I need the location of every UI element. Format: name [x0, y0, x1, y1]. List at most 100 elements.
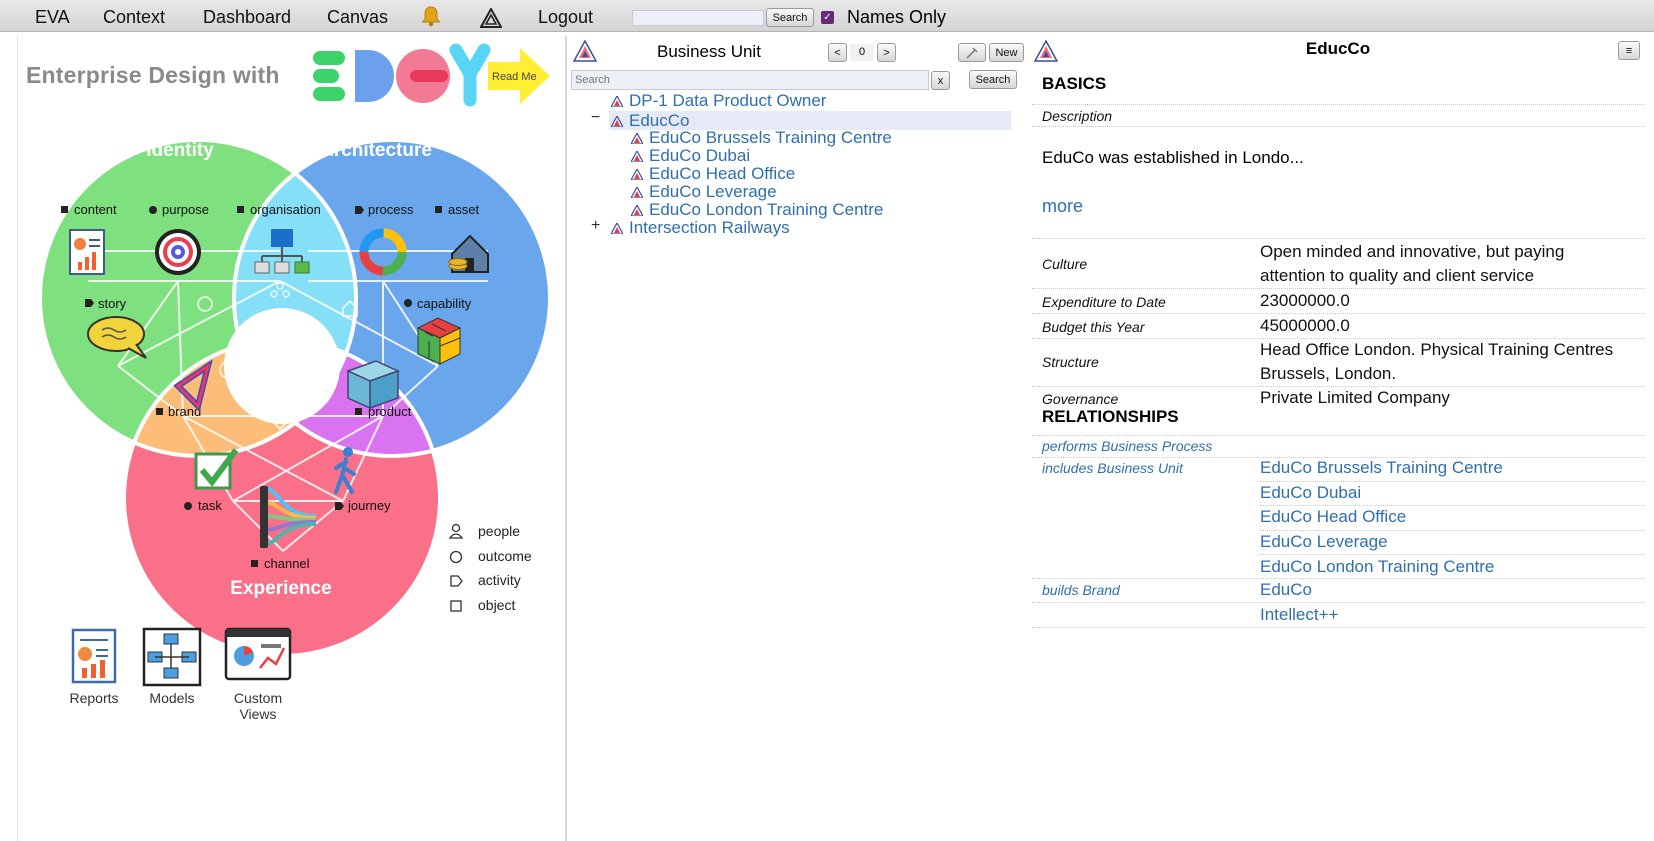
tree-item-label[interactable]: EduCo Leverage	[649, 182, 777, 202]
checkbox-task-icon[interactable]	[194, 448, 239, 490]
tree-search-clear-button[interactable]: x	[931, 71, 950, 90]
svg-text:organisation: organisation	[250, 202, 321, 217]
tree-item[interactable]: Intersection Railways	[611, 218, 790, 238]
notification-bell-icon[interactable]	[420, 5, 442, 27]
property-value: Open minded and innovative, but paying a…	[1260, 242, 1565, 285]
reports-icon[interactable]	[71, 628, 117, 684]
tree-item[interactable]: DP-1 Data Product Owner	[611, 91, 826, 111]
property-value: Head Office London. Physical Training Ce…	[1260, 340, 1614, 383]
names-only-label: Names Only	[847, 7, 947, 27]
target-icon[interactable]	[155, 229, 201, 275]
svg-text:capability: capability	[417, 296, 472, 311]
svg-text:purpose: purpose	[162, 202, 209, 217]
tree-next-button[interactable]: >	[877, 43, 896, 62]
tree-child-item[interactable]: EduCo Dubai	[631, 146, 750, 166]
read-me-button[interactable]: Read Me	[488, 48, 550, 104]
relationship-key[interactable]: builds Brand	[1042, 582, 1120, 598]
tree-expand-toggle[interactable]: +	[591, 217, 600, 235]
svg-text:story: story	[98, 296, 127, 311]
relationship-key[interactable]: performs Business Process	[1042, 438, 1212, 454]
legend-object-icon	[450, 600, 462, 612]
svg-text:process: process	[368, 202, 414, 217]
menu-canvas[interactable]: Canvas	[327, 7, 388, 28]
custom-views-label[interactable]: Custom Views	[222, 690, 294, 722]
relationship-link[interactable]: EduCo Leverage	[1260, 532, 1388, 552]
tree-pane: Business Unit < 0 > New x Search DP-1 Da…	[569, 36, 1024, 841]
models-label[interactable]: Models	[136, 690, 208, 706]
relationship-link[interactable]: EduCo	[1260, 580, 1312, 600]
identity-title[interactable]: Identity	[146, 140, 214, 161]
svg-text:task: task	[198, 498, 222, 513]
home-logo-icon[interactable]	[480, 8, 502, 28]
tree-child-item[interactable]: EduCo Brussels Training Centre	[631, 128, 892, 148]
legend: people outcome activity object	[448, 523, 532, 613]
tree-pin-button[interactable]	[958, 43, 986, 62]
tree-search-input[interactable]	[571, 70, 929, 90]
label-organisation[interactable]: organisation	[237, 202, 321, 217]
property-key: Expenditure to Date	[1042, 294, 1166, 310]
relationship-link[interactable]: EduCo Head Office	[1260, 507, 1406, 527]
description-label: Description	[1042, 108, 1113, 124]
tree-collapse-toggle[interactable]: −	[591, 109, 600, 127]
property-key: Culture	[1042, 256, 1088, 272]
property-value: 45000000.0	[1260, 316, 1350, 335]
edgy-banner-text: Enterprise Design with	[26, 62, 280, 88]
business-unit-icon	[631, 186, 643, 198]
hamburger-menu-icon[interactable]: ≡	[1618, 41, 1640, 60]
menu-eva[interactable]: EVA	[35, 7, 70, 28]
business-unit-icon	[611, 95, 623, 107]
tree-item-label[interactable]: DP-1 Data Product Owner	[629, 91, 826, 111]
more-link[interactable]: more	[1042, 196, 1083, 217]
tree-search-button[interactable]: Search	[969, 70, 1017, 89]
tree-item-label[interactable]: EduCo Dubai	[649, 146, 750, 166]
product-box-icon[interactable]	[346, 360, 400, 410]
description-text: EduCo was established in Londo...	[1042, 148, 1304, 167]
read-me-label: Read Me	[492, 71, 537, 83]
tree-item-label[interactable]: EduCo Brussels Training Centre	[649, 128, 892, 148]
tree-new-button[interactable]: New	[989, 43, 1024, 62]
global-search-input[interactable]	[632, 10, 764, 26]
legend-outcome-icon	[449, 550, 463, 564]
business-unit-icon	[611, 115, 623, 127]
relationships-heading: RELATIONSHIPS	[1042, 407, 1179, 426]
edgy-logo	[313, 43, 491, 107]
report-document-icon[interactable]	[69, 229, 105, 275]
pin-icon	[966, 46, 978, 59]
rubiks-cube-icon[interactable]	[416, 317, 462, 365]
architecture-title[interactable]: Architecture	[320, 140, 432, 161]
top-menu-bar: EVA Context Dashboard Canvas Logout Sear…	[0, 0, 1654, 32]
legend-people: people	[478, 523, 520, 539]
tree-item-label[interactable]: EduCo Head Office	[649, 164, 795, 184]
svg-text:asset: asset	[448, 202, 479, 217]
global-search-button[interactable]: Search	[766, 8, 814, 27]
tree-item-label[interactable]: Intersection Railways	[629, 218, 790, 238]
relationship-key[interactable]: includes Business Unit	[1042, 460, 1183, 476]
tree-child-item[interactable]: EduCo Leverage	[631, 182, 777, 202]
svg-text:channel: channel	[264, 556, 310, 571]
relationship-link[interactable]: EduCo London Training Centre	[1260, 557, 1494, 577]
reports-label[interactable]: Reports	[58, 690, 130, 706]
tree-title: Business Unit	[657, 42, 761, 61]
tree-child-item[interactable]: EduCo London Training Centre	[631, 200, 883, 220]
legend-activity: activity	[478, 572, 521, 588]
logout-link[interactable]: Logout	[538, 7, 593, 28]
experience-title[interactable]: Experience	[230, 578, 331, 599]
relationship-link[interactable]: Intellect++	[1260, 605, 1338, 625]
business-unit-icon	[631, 204, 643, 216]
relationship-link[interactable]: EduCo Dubai	[1260, 483, 1361, 503]
detail-title: EducCo	[1305, 39, 1371, 58]
names-only-checkbox[interactable]: ✓	[821, 11, 834, 24]
property-value: Private Limited Company	[1260, 388, 1450, 407]
custom-views-icon[interactable]	[224, 627, 292, 681]
menu-dashboard[interactable]: Dashboard	[203, 7, 291, 28]
legend-outcome: outcome	[478, 548, 532, 564]
property-key: Structure	[1042, 354, 1099, 370]
menu-context[interactable]: Context	[103, 7, 165, 28]
legend-people-icon	[448, 523, 464, 539]
tree-child-item[interactable]: EduCo Head Office	[631, 164, 795, 184]
relationship-link[interactable]: EduCo Brussels Training Centre	[1260, 458, 1503, 478]
tree-prev-button[interactable]: <	[828, 43, 847, 62]
business-unit-icon	[611, 222, 623, 234]
tree-item-label[interactable]: EduCo London Training Centre	[649, 200, 883, 220]
models-icon[interactable]	[142, 627, 202, 687]
